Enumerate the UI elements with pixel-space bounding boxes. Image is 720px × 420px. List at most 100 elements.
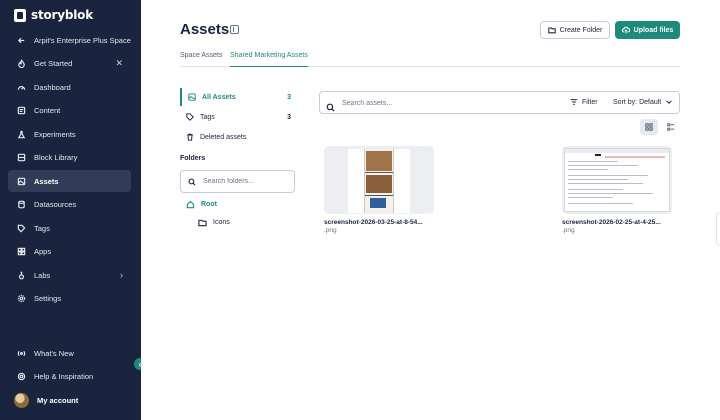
cloud-upload-icon bbox=[621, 26, 630, 34]
tab-shared-marketing-assets[interactable]: Shared Marketing Assets bbox=[230, 52, 308, 67]
tag-icon bbox=[16, 223, 26, 233]
sidebar-item-label: Dashboard bbox=[34, 82, 71, 92]
sidebar-item-label: Experiments bbox=[34, 129, 76, 139]
folder-root-label: Root bbox=[201, 201, 217, 208]
my-account-label: My account bbox=[37, 395, 79, 405]
asset-extension: .png bbox=[562, 227, 575, 234]
list-view-button[interactable] bbox=[662, 119, 680, 135]
get-started-label: Get Started bbox=[34, 58, 73, 68]
asset-card[interactable]: screenshot-2026-03-25-at-8-54... .png bbox=[324, 146, 434, 234]
tab-space-assets[interactable]: Space Assets bbox=[180, 52, 222, 67]
folder-icons[interactable]: Icons bbox=[198, 218, 230, 227]
asset-search-bar: Filter Sort by: Default bbox=[319, 91, 680, 114]
sidebar-item-label: Tags bbox=[34, 223, 50, 233]
asset-extension: .png bbox=[324, 227, 337, 234]
sidebar-item-label: Block Library bbox=[34, 152, 78, 162]
sidebar-item-my-account[interactable]: My account bbox=[8, 389, 131, 411]
arrow-left-icon bbox=[16, 35, 26, 45]
avatar bbox=[14, 392, 29, 408]
filter-button-label: Filter bbox=[582, 98, 598, 106]
broadcast-icon bbox=[16, 348, 26, 358]
storyblok-logo[interactable]: storyblok bbox=[14, 8, 93, 22]
page-title: Assets bbox=[180, 21, 230, 38]
folder-search[interactable] bbox=[180, 170, 295, 193]
asset-card[interactable]: screenshot-2026-02-25-at-4-25... .png bbox=[562, 146, 672, 234]
help-label: Help & Inspiration bbox=[34, 371, 94, 381]
filter-icon bbox=[570, 99, 578, 105]
upload-files-button[interactable]: Upload files bbox=[615, 21, 680, 39]
filter-label: Deleted assets bbox=[200, 133, 247, 141]
sidebar-item-label: Assets bbox=[34, 176, 59, 186]
create-folder-button[interactable]: Create Folder bbox=[540, 21, 610, 39]
folder-label: Icons bbox=[213, 219, 230, 226]
apps-icon bbox=[16, 246, 26, 256]
filter-label: All Assets bbox=[202, 93, 236, 101]
sidebar-item-whats-new[interactable]: What's New bbox=[8, 342, 131, 364]
gauge-icon bbox=[16, 82, 26, 92]
filter-button[interactable]: Filter bbox=[570, 98, 598, 106]
sidebar-item-assets[interactable]: Assets bbox=[8, 170, 131, 192]
labs-icon bbox=[16, 270, 26, 280]
space-switcher[interactable]: Arpit's Enterprise Plus Space bbox=[8, 29, 131, 51]
floor-plan-image bbox=[348, 149, 410, 213]
trash-icon bbox=[187, 133, 193, 141]
asset-search-input[interactable] bbox=[342, 97, 542, 109]
search-icon bbox=[326, 99, 335, 112]
folder-root[interactable]: Root bbox=[186, 200, 217, 209]
filter-label: Tags bbox=[200, 113, 215, 121]
storyblok-logo-icon bbox=[14, 8, 26, 22]
flask-icon bbox=[16, 129, 26, 139]
lifebuoy-icon bbox=[16, 371, 26, 381]
panel-toggle-icon[interactable] bbox=[230, 25, 239, 34]
filter-deleted-assets[interactable]: Deleted assets bbox=[180, 128, 295, 146]
sort-label: Sort by: Default bbox=[613, 98, 662, 106]
flame-icon bbox=[16, 58, 26, 68]
whats-new-label: What's New bbox=[34, 348, 74, 358]
sidebar-item-experiments[interactable]: Experiments bbox=[8, 123, 131, 145]
sidebar-item-label: Settings bbox=[34, 293, 62, 303]
asset-thumbnail[interactable] bbox=[324, 146, 434, 214]
filter-all-assets[interactable]: All Assets 3 bbox=[180, 88, 295, 106]
database-icon bbox=[16, 199, 26, 209]
close-icon[interactable]: ✕ bbox=[115, 58, 123, 69]
sidebar-item-label: Content bbox=[34, 105, 61, 115]
brand-name: storyblok bbox=[31, 8, 93, 22]
gear-icon bbox=[16, 293, 26, 303]
side-panel-handle[interactable] bbox=[716, 212, 720, 246]
folder-icon bbox=[198, 219, 207, 227]
screenshot-image bbox=[564, 148, 670, 212]
sidebar-item-get-started[interactable]: Get Started ✕ bbox=[8, 52, 131, 74]
asset-name: screenshot-2026-02-25-at-4-25... bbox=[562, 219, 661, 226]
grid-view-button[interactable] bbox=[640, 119, 658, 135]
asset-thumbnail[interactable] bbox=[562, 146, 672, 214]
sidebar-item-content[interactable]: Content bbox=[8, 99, 131, 121]
chevron-right-icon: › bbox=[120, 270, 123, 280]
chevron-down-icon bbox=[666, 100, 673, 104]
sidebar-item-help[interactable]: Help & Inspiration bbox=[8, 365, 131, 387]
sort-dropdown[interactable]: Sort by: Default bbox=[613, 98, 673, 106]
image-icon bbox=[16, 176, 26, 186]
filter-count: 3 bbox=[287, 113, 291, 121]
sidebar-item-label: Labs bbox=[34, 270, 51, 280]
upload-files-label: Upload files bbox=[633, 26, 674, 34]
sidebar-item-labs[interactable]: Labs › bbox=[8, 264, 131, 286]
image-icon bbox=[188, 93, 196, 101]
home-icon bbox=[186, 200, 195, 209]
folder-search-input[interactable] bbox=[203, 178, 283, 185]
sidebar-item-tags[interactable]: Tags bbox=[8, 217, 131, 239]
create-folder-label: Create Folder bbox=[559, 26, 603, 34]
grid-icon bbox=[645, 123, 653, 131]
asset-name: screenshot-2026-03-25-at-8-54... bbox=[324, 219, 423, 226]
main-content: Assets Create Folder Upload files Space … bbox=[141, 0, 720, 420]
sidebar-item-settings[interactable]: Settings bbox=[8, 287, 131, 309]
sidebar-item-apps[interactable]: Apps bbox=[8, 240, 131, 262]
list-icon bbox=[667, 123, 675, 131]
blocks-icon bbox=[16, 152, 26, 162]
sidebar-item-block-library[interactable]: Block Library bbox=[8, 146, 131, 168]
sidebar-item-dashboard[interactable]: Dashboard bbox=[8, 76, 131, 98]
content-icon bbox=[16, 105, 26, 115]
asset-tabs: Space Assets Shared Marketing Assets bbox=[180, 50, 680, 67]
sidebar-item-datasources[interactable]: Datasources bbox=[8, 193, 131, 215]
space-name: Arpit's Enterprise Plus Space bbox=[34, 35, 131, 45]
filter-tags[interactable]: Tags 3 bbox=[180, 108, 295, 126]
